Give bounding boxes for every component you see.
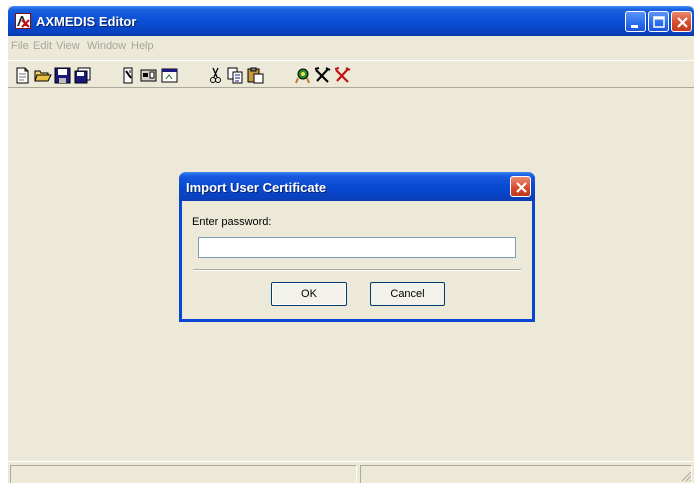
window-title: AXMEDIS Editor [36,14,137,29]
menu-edit[interactable]: Edit [33,40,52,52]
menu-bar: File Edit View Window Help [8,36,694,56]
minimize-button[interactable] [625,11,646,32]
dialog-title: Import User Certificate [186,180,327,195]
cancel-button[interactable]: Cancel [370,282,445,306]
tools-red-icon[interactable] [333,66,352,85]
properties-icon[interactable] [119,66,138,85]
dialog-close-button[interactable] [510,176,531,197]
paste-icon[interactable] [246,66,265,85]
title-bar[interactable]: AXMEDIS Editor [8,6,694,36]
copy-icon[interactable] [226,66,245,85]
status-pane-right [360,465,692,483]
status-pane-left [10,465,357,483]
menu-help[interactable]: Help [131,40,154,52]
open-folder-icon[interactable] [33,66,52,85]
new-document-icon[interactable] [13,66,32,85]
password-input[interactable] [198,237,516,258]
component-icon[interactable] [139,66,158,85]
status-bar [8,461,694,483]
close-button[interactable] [671,11,692,32]
dialog-title-bar[interactable]: Import User Certificate [179,172,535,201]
menu-view[interactable]: View [56,40,80,52]
certificate-icon[interactable] [293,66,312,85]
resize-grip-icon[interactable] [680,470,692,482]
axmedis-logo-icon[interactable] [15,13,31,29]
password-label: Enter password: [192,216,272,228]
cut-icon[interactable] [206,66,225,85]
tools-icon[interactable] [313,66,332,85]
save-all-icon[interactable] [73,66,92,85]
import-certificate-dialog: Import User Certificate Enter password: … [179,172,535,322]
window-icon[interactable] [160,66,179,85]
menu-window[interactable]: Window [87,40,126,52]
close-icon [516,182,527,193]
maximize-button[interactable] [648,11,669,32]
menu-file[interactable]: File [11,40,29,52]
save-disk-icon[interactable] [53,66,72,85]
dialog-divider [193,269,521,271]
ok-button[interactable]: OK [271,282,347,306]
toolbar [8,60,694,88]
